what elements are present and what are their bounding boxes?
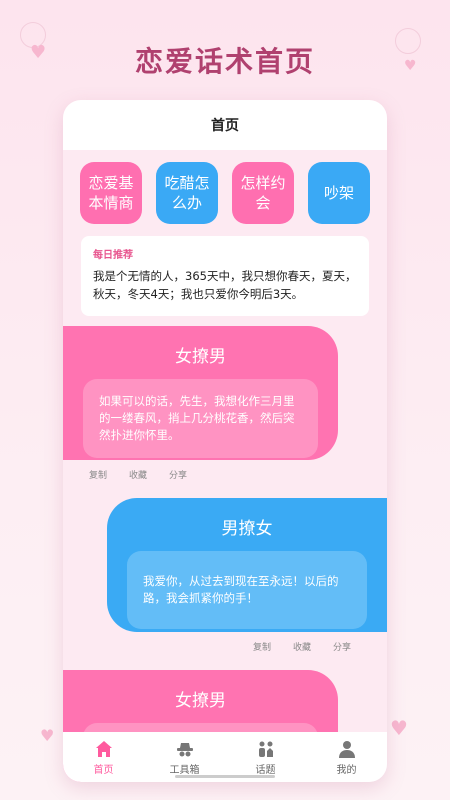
tab-toolbox[interactable]: 工具箱	[155, 739, 215, 776]
card-title: 男撩女	[221, 519, 273, 539]
home-indicator	[175, 775, 275, 778]
tab-home[interactable]: 首页	[74, 739, 134, 776]
daily-recommendation[interactable]: 每日推荐 我是个无情的人，365天中，我只想你春天，夏天，秋天，冬天4天；我也只…	[81, 236, 369, 316]
card-actions: 复制 收藏 分享	[89, 468, 187, 481]
share-button[interactable]: 分享	[169, 468, 187, 481]
tab-topics[interactable]: 话题	[236, 739, 296, 776]
category-emotional-iq[interactable]: 恋爱基本情商	[80, 162, 142, 224]
daily-text: 我是个无情的人，365天中，我只想你春天，夏天，秋天，冬天4天；我也只爱你今明后…	[93, 269, 357, 301]
toolbox-icon	[176, 742, 193, 756]
phone-screen: 首页 恋爱基本情商 吃醋怎么办 怎样约会 吵架 每日推荐 我是个无情的人，365…	[63, 100, 387, 782]
daily-label: 每日推荐	[93, 250, 133, 261]
copy-button[interactable]: 复制	[89, 468, 107, 481]
category-dating[interactable]: 怎样约会	[232, 162, 294, 224]
category-grid: 恋爱基本情商 吃醋怎么办 怎样约会 吵架	[63, 162, 387, 224]
heart-decor-icon: ♥	[390, 716, 408, 740]
category-jealousy[interactable]: 吃醋怎么办	[156, 162, 218, 224]
category-quarrel[interactable]: 吵架	[308, 162, 370, 224]
phrase-card-female[interactable]: 女撩男 如果可以的话，先生，我想化作三月里的一缕春风，捎上几分桃花香，然后突然扑…	[63, 326, 338, 460]
header-title: 首页	[63, 100, 387, 150]
card-text: 我爱你，从过去到现在至永远！以后的路，我会抓紧你的手！	[127, 551, 367, 629]
home-icon	[95, 740, 112, 757]
phrase-card-male[interactable]: 男撩女 我爱你，从过去到现在至永远！以后的路，我会抓紧你的手！	[107, 498, 387, 632]
topic-icon	[258, 741, 273, 757]
favorite-button[interactable]: 收藏	[129, 468, 147, 481]
favorite-button[interactable]: 收藏	[293, 640, 311, 653]
tab-label: 工具箱	[169, 764, 200, 776]
tab-label: 话题	[255, 764, 276, 776]
card-title: 女撩男	[175, 691, 226, 711]
card-actions: 复制 收藏 分享	[253, 640, 351, 653]
heart-decor-icon: ♥	[40, 726, 55, 745]
tab-profile[interactable]: 我的	[317, 739, 377, 776]
share-button[interactable]: 分享	[333, 640, 351, 653]
card-title: 女撩男	[175, 347, 226, 367]
tab-label: 首页	[93, 764, 114, 776]
profile-icon	[338, 740, 355, 758]
page-title: 恋爱话术首页	[134, 45, 315, 78]
copy-button[interactable]: 复制	[253, 640, 271, 653]
tab-label: 我的	[336, 764, 357, 776]
card-text: 如果可以的话，先生，我想化作三月里的一缕春风，捎上几分桃花香，然后突然扑进你怀里…	[83, 379, 318, 458]
